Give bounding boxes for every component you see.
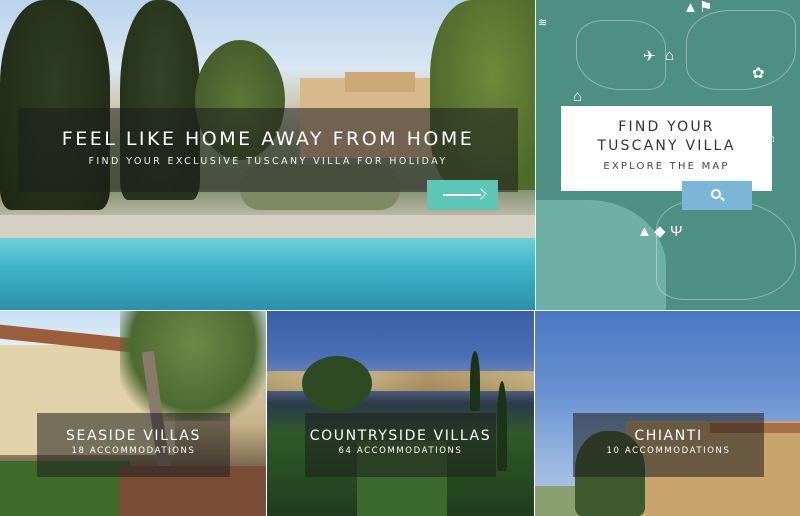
countryside-photo-cypress xyxy=(470,351,480,411)
tile-countryside-villas[interactable]: COUNTRYSIDE VILLAS 64 ACCOMMODATIONS xyxy=(267,311,534,516)
museum-icon: ⌂ xyxy=(573,88,583,105)
search-icon-handle xyxy=(720,196,725,202)
tile-caption-band xyxy=(573,413,764,477)
hiker-icon: ⚑ xyxy=(699,0,713,16)
hero-title: FEEL LIKE HOME AWAY FROM HOME xyxy=(61,128,475,150)
grapes-icon: ✿ xyxy=(752,65,765,82)
countryside-photo-pine xyxy=(302,356,372,411)
map-region xyxy=(656,200,796,300)
hero-photo-villa-tower xyxy=(345,72,415,92)
tile-seaside-villas[interactable]: SEASIDE VILLAS 18 ACCOMMODATIONS xyxy=(0,311,266,516)
tile-count: 18 ACCOMMODATIONS xyxy=(71,446,196,456)
map-panel[interactable]: ≋ ▲ ⚑ ✈ ⌂ ✿ ⌂ ▲ ◆ Ψ ⌂ FIND YOUR TUSCANY … xyxy=(536,0,800,310)
tile-title: SEASIDE VILLAS xyxy=(66,428,201,444)
tile-caption-band xyxy=(305,413,496,477)
map-search-button[interactable] xyxy=(682,181,752,210)
map-region xyxy=(686,10,796,90)
tree-icon: ▲ xyxy=(637,223,652,240)
hero-subtitle: FIND YOUR EXCLUSIVE TUSCANY VILLA FOR HO… xyxy=(88,156,448,167)
arrow-right-icon-head xyxy=(475,188,487,200)
tile-count: 64 ACCOMMODATIONS xyxy=(338,446,463,456)
hero-banner[interactable]: FEEL LIKE HOME AWAY FROM HOME FIND YOUR … xyxy=(0,0,535,310)
map-title-line1: FIND YOUR xyxy=(618,119,715,135)
countryside-photo-cypress xyxy=(497,381,507,471)
explore-map-link[interactable]: EXPLORE THE MAP xyxy=(561,161,772,172)
seaside-photo-tree xyxy=(120,311,266,421)
map-sea xyxy=(536,200,666,310)
hero-photo-pool xyxy=(0,238,535,310)
waves-icon: ≋ xyxy=(538,17,548,29)
airplane-icon: ✈ xyxy=(643,48,656,65)
tile-caption-band xyxy=(37,413,230,477)
tile-chianti[interactable]: CHIANTI 10 ACCOMMODATIONS xyxy=(535,311,800,516)
cheese-icon: ◆ xyxy=(654,223,666,240)
map-title-line2: TUSCANY VILLA xyxy=(597,138,736,154)
museum-icon: ⌂ xyxy=(665,47,675,64)
dining-icon: Ψ xyxy=(670,223,683,240)
tree-icon: ▲ xyxy=(683,0,698,16)
hero-arrow-button[interactable] xyxy=(427,180,498,210)
map-title: FIND YOUR TUSCANY VILLA xyxy=(561,118,772,156)
tile-title: CHIANTI xyxy=(634,428,703,444)
tile-title: COUNTRYSIDE VILLAS xyxy=(309,428,492,444)
tile-count: 10 ACCOMMODATIONS xyxy=(606,446,731,456)
